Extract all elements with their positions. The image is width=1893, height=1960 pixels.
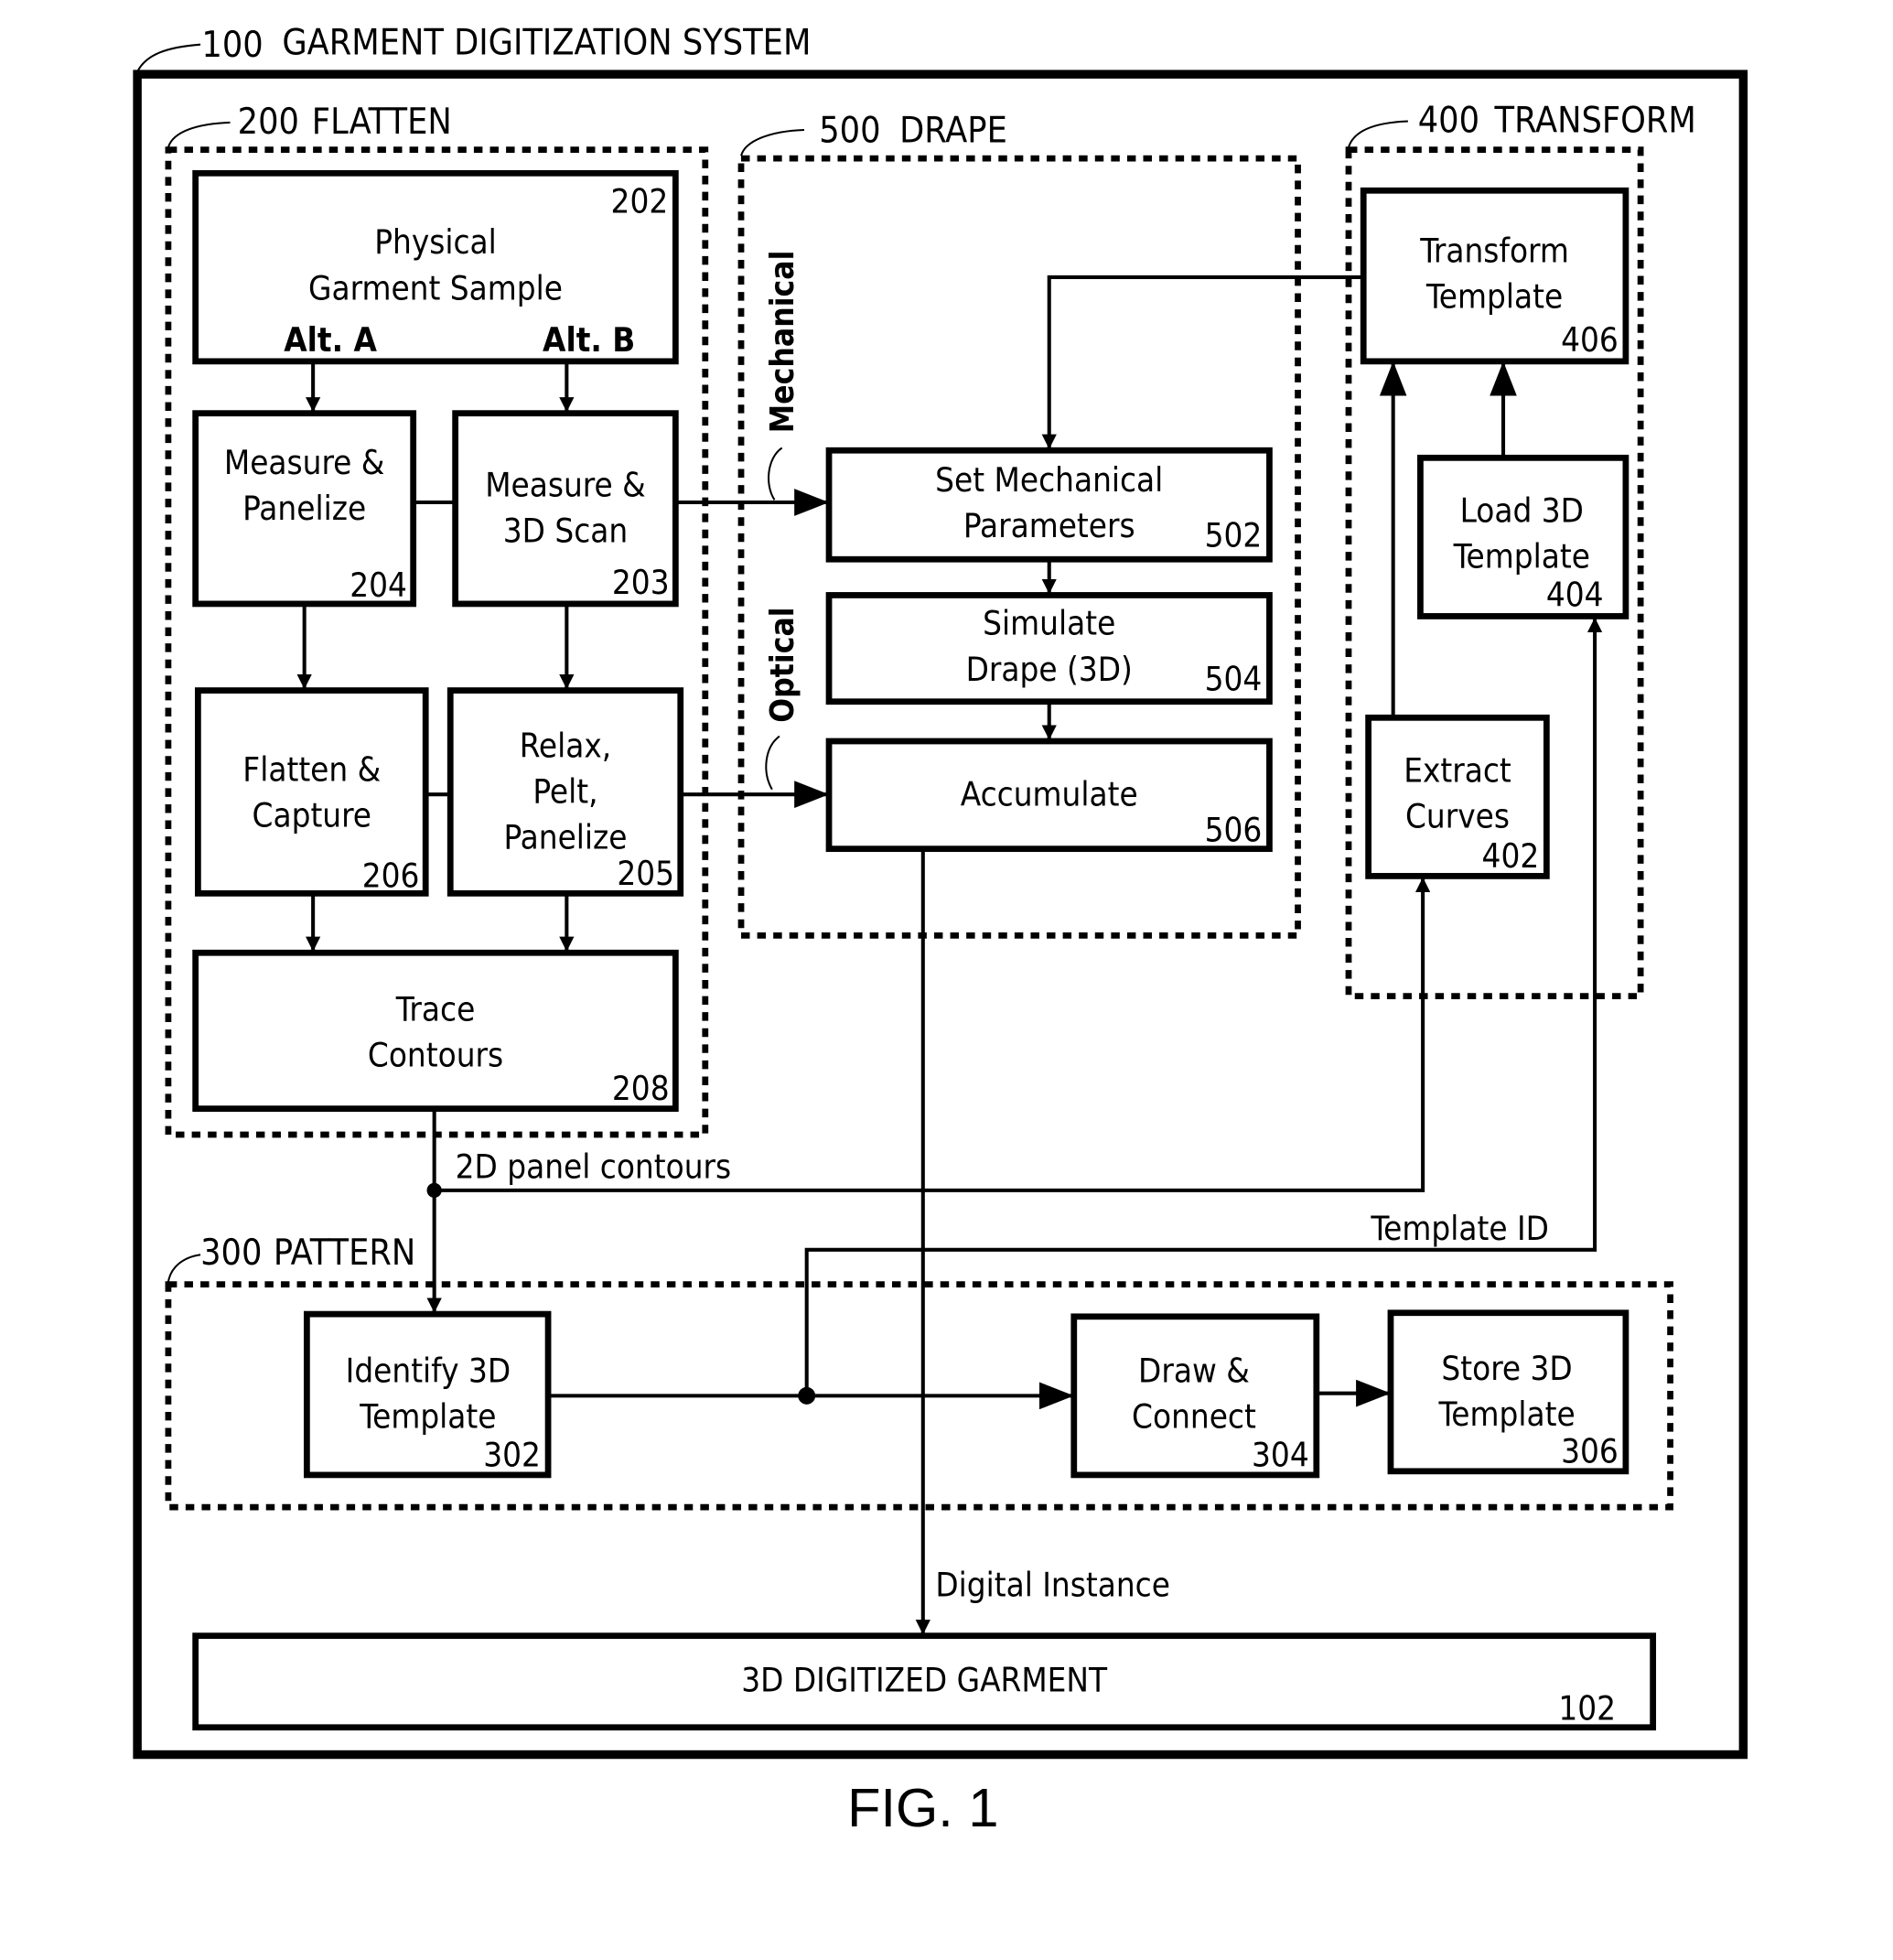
svg-text:Accumulate: Accumulate bbox=[961, 774, 1138, 813]
svg-text:Capture: Capture bbox=[253, 795, 371, 835]
label-optical: Optical bbox=[764, 607, 801, 722]
svg-text:Curves: Curves bbox=[1405, 797, 1510, 836]
box-store-3d-template[interactable]: Store 3D Template 306 bbox=[1387, 1309, 1629, 1475]
group-pattern-title: PATTERN bbox=[274, 1233, 415, 1274]
svg-text:Simulate: Simulate bbox=[983, 604, 1115, 643]
svg-text:Measure &: Measure & bbox=[224, 443, 385, 482]
svg-text:Template: Template bbox=[1453, 537, 1590, 576]
box-number: 204 bbox=[350, 565, 407, 605]
label-digital-instance: Digital Instance bbox=[935, 1565, 1170, 1604]
leader-mechanical bbox=[768, 447, 783, 501]
svg-text:3D DIGITIZED GARMENT: 3D DIGITIZED GARMENT bbox=[741, 1661, 1108, 1700]
box-number: 406 bbox=[1561, 320, 1619, 360]
svg-text:Panelize: Panelize bbox=[242, 489, 366, 528]
svg-text:Template: Template bbox=[1437, 1395, 1575, 1434]
svg-text:Extract: Extract bbox=[1404, 751, 1511, 791]
svg-text:Relax,: Relax, bbox=[520, 727, 611, 766]
box-number: 304 bbox=[1252, 1435, 1309, 1474]
svg-text:Store 3D: Store 3D bbox=[1441, 1349, 1572, 1388]
label-template-id: Template ID bbox=[1370, 1209, 1549, 1248]
svg-text:Contours: Contours bbox=[368, 1036, 503, 1075]
box-number: 205 bbox=[617, 854, 674, 893]
svg-text:Garment Sample: Garment Sample bbox=[308, 268, 563, 307]
figure-caption: FIG. 1 bbox=[847, 1777, 998, 1838]
svg-text:Identify 3D: Identify 3D bbox=[346, 1351, 511, 1390]
box-flatten-capture[interactable]: Flatten & Capture 206 bbox=[194, 687, 429, 897]
svg-text:3D Scan: 3D Scan bbox=[503, 511, 628, 550]
group-transform-title: TRANSFORM bbox=[1494, 101, 1696, 142]
box-trace-contours[interactable]: Trace Contours 208 bbox=[192, 949, 679, 1113]
box-simulate-drape[interactable]: Simulate Drape (3D) 504 bbox=[825, 592, 1273, 705]
group-flatten-title: FLATTEN bbox=[312, 102, 452, 143]
box-number: 404 bbox=[1546, 576, 1604, 615]
label-2d-panel-contours: 2D panel contours bbox=[456, 1147, 731, 1186]
box-measure-3d-scan[interactable]: Measure & 3D Scan 203 bbox=[452, 410, 679, 608]
box-draw-connect[interactable]: Draw & Connect 304 bbox=[1070, 1313, 1320, 1479]
box-number: 504 bbox=[1205, 660, 1263, 699]
svg-text:Pelt,: Pelt, bbox=[532, 772, 597, 812]
svg-text:Template: Template bbox=[359, 1397, 496, 1437]
svg-text:Connect: Connect bbox=[1132, 1397, 1256, 1437]
box-3d-digitized-garment[interactable]: 3D DIGITIZED GARMENT 102 bbox=[192, 1632, 1657, 1731]
box-number: 202 bbox=[611, 182, 669, 221]
svg-text:Drape (3D): Drape (3D) bbox=[966, 650, 1133, 689]
box-load-3d-template[interactable]: Load 3D Template 404 bbox=[1417, 454, 1629, 619]
alt-b-label: Alt. B bbox=[543, 320, 635, 360]
alt-a-label: Alt. A bbox=[284, 320, 377, 360]
svg-text:Physical: Physical bbox=[374, 222, 497, 262]
box-number: 203 bbox=[612, 563, 670, 602]
box-transform-template[interactable]: Transform Template 406 bbox=[1360, 187, 1629, 365]
box-number: 306 bbox=[1561, 1431, 1619, 1470]
box-number: 402 bbox=[1482, 836, 1540, 876]
svg-text:Set Mechanical: Set Mechanical bbox=[935, 460, 1163, 500]
box-number: 208 bbox=[612, 1069, 670, 1108]
group-drape-number: 500 bbox=[819, 111, 880, 152]
box-number: 206 bbox=[362, 856, 420, 896]
box-accumulate[interactable]: Accumulate 506 bbox=[825, 738, 1273, 853]
group-pattern-number: 300 bbox=[200, 1233, 262, 1274]
box-number: 102 bbox=[1558, 1689, 1616, 1728]
group-flatten-number: 200 bbox=[238, 102, 299, 143]
svg-text:Panelize: Panelize bbox=[503, 818, 627, 857]
leader-optical bbox=[765, 735, 780, 791]
svg-text:Parameters: Parameters bbox=[963, 506, 1135, 545]
svg-text:Transform: Transform bbox=[1419, 232, 1569, 271]
group-transform-number: 400 bbox=[1418, 101, 1479, 142]
box-physical-garment-sample[interactable]: Physical Garment Sample Alt. A Alt. B 20… bbox=[192, 169, 679, 365]
box-number: 502 bbox=[1205, 516, 1263, 555]
box-extract-curves[interactable]: Extract Curves 402 bbox=[1365, 714, 1550, 879]
label-mechanical: Mechanical bbox=[764, 251, 801, 434]
garment-digitization-diagram: 100 GARMENT DIGITIZATION SYSTEM 200 FLAT… bbox=[133, 23, 1748, 1838]
system-number: 100 bbox=[201, 25, 263, 66]
box-measure-panelize[interactable]: Measure & Panelize 204 bbox=[192, 410, 417, 608]
svg-text:Template: Template bbox=[1425, 277, 1563, 317]
arrow-406-to-502 bbox=[1041, 275, 1361, 449]
svg-text:Load 3D: Load 3D bbox=[1460, 491, 1584, 531]
box-identify-3d-template[interactable]: Identify 3D Template 302 bbox=[303, 1310, 552, 1479]
system-title: GARMENT DIGITIZATION SYSTEM bbox=[282, 23, 811, 64]
box-relax-pelt-panelize[interactable]: Relax, Pelt, Panelize 205 bbox=[446, 687, 684, 897]
box-number: 506 bbox=[1205, 811, 1263, 850]
svg-text:Trace: Trace bbox=[395, 990, 476, 1029]
group-drape-title: DRAPE bbox=[899, 111, 1007, 152]
svg-text:Measure &: Measure & bbox=[485, 465, 646, 504]
box-number: 302 bbox=[483, 1435, 541, 1474]
svg-text:Flatten &: Flatten & bbox=[242, 749, 381, 789]
box-set-mechanical-parameters[interactable]: Set Mechanical Parameters 502 bbox=[825, 447, 1273, 563]
svg-text:Draw &: Draw & bbox=[1138, 1351, 1250, 1390]
